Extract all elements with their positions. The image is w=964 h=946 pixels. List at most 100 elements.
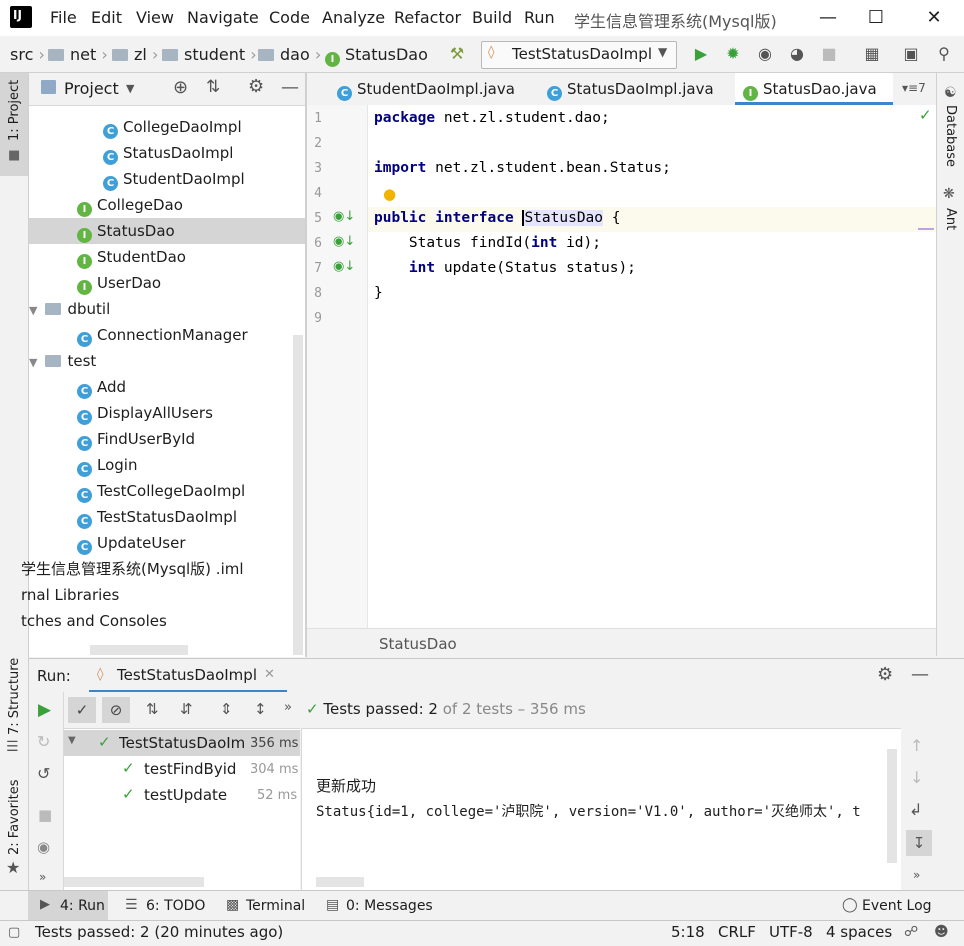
implementations-gutter-icon[interactable]: ◉↓	[333, 259, 355, 274]
lock-icon[interactable]: ☍	[904, 924, 918, 940]
tree-item-external-libraries[interactable]: rnal Libraries	[21, 582, 305, 608]
messages-tool-tab[interactable]: 0: Messages	[346, 898, 433, 914]
tree-item-finduserbyid[interactable]: C FindUserById	[29, 426, 305, 452]
indent-setting[interactable]: 4 spaces	[826, 923, 892, 941]
show-passed-icon[interactable]: ✓	[68, 697, 96, 723]
console-output[interactable]: 更新成功 Status{id=1, college='泸职院', version…	[301, 728, 902, 891]
project-structure-icon[interactable]: ▦	[860, 43, 884, 65]
test-tree-hscrollbar[interactable]	[64, 877, 204, 887]
project-tool-tab[interactable]: 1: Project ■	[0, 73, 28, 176]
up-arrow-icon[interactable]: ↑	[910, 736, 923, 755]
status-message[interactable]: Tests passed: 2 (20 minutes ago)	[35, 923, 283, 941]
expand-chevron-icon[interactable]: ▼	[68, 735, 76, 746]
tree-item-teststatusdaoimpl[interactable]: C TestStatusDaoImpl	[29, 504, 305, 530]
expand-chevron-icon[interactable]: ▼	[29, 304, 37, 317]
collapse-all-icon[interactable]: ↕	[254, 700, 267, 718]
collapse-all-icon[interactable]: ⇅	[206, 77, 220, 97]
inspector-icon[interactable]: ☻	[934, 924, 949, 940]
file-encoding[interactable]: UTF-8	[769, 923, 813, 941]
coverage-icon[interactable]: ◉	[753, 43, 777, 65]
tree-item-statusdao[interactable]: I StatusDao	[29, 218, 305, 244]
tree-item-test[interactable]: ▼ test	[29, 348, 305, 374]
hide-panel-icon[interactable]: —	[911, 664, 929, 685]
project-scrollbar[interactable]	[293, 335, 303, 655]
lightbulb-icon[interactable]: ●	[383, 185, 396, 203]
rerun-failed-icon[interactable]: ↻	[37, 732, 50, 751]
menu-file[interactable]: File	[50, 8, 77, 27]
settings-gear-icon[interactable]: ⚙	[248, 76, 264, 97]
project-view-select[interactable]: Project	[64, 79, 119, 98]
tree-item-testcollegedaoimpl[interactable]: C TestCollegeDaoImpl	[29, 478, 305, 504]
menu-view[interactable]: View	[136, 8, 174, 27]
soft-wrap-icon[interactable]: ↲	[909, 800, 922, 819]
tab-statusdao[interactable]: I StatusDao.java	[735, 73, 893, 105]
tree-item-statusdaoimpl[interactable]: C StatusDaoImpl	[29, 140, 305, 166]
expand-all-icon[interactable]: ⇕	[220, 700, 233, 718]
inspection-ok-icon[interactable]: ✓	[919, 106, 932, 124]
run-config-select[interactable]: ◊ TestStatusDaoImpl ▼	[481, 41, 677, 69]
database-tool-tab[interactable]: Database	[943, 105, 958, 167]
event-log-tool-tab[interactable]: Event Log	[862, 898, 932, 914]
console-hscrollbar[interactable]	[316, 877, 364, 887]
breadcrumb-dao[interactable]: dao ›	[258, 45, 321, 64]
menu-refactor[interactable]: Refactor	[394, 8, 461, 27]
menu-edit[interactable]: Edit	[91, 8, 122, 27]
todo-tool-tab[interactable]: 6: TODO	[146, 898, 205, 914]
more-icon[interactable]: »	[913, 868, 920, 882]
more-icon[interactable]: »	[284, 700, 292, 715]
tree-item-login[interactable]: C Login	[29, 452, 305, 478]
test-row[interactable]: ✓ testFindByid 304 ms	[64, 756, 300, 782]
run-anything-icon[interactable]: ▣	[899, 43, 923, 65]
tree-item-userdao[interactable]: I UserDao	[29, 270, 305, 296]
expand-chevron-icon[interactable]: ▼	[29, 356, 37, 369]
breadcrumb-net[interactable]: net ›	[48, 45, 108, 64]
chevron-down-icon[interactable]: ▼	[126, 82, 134, 95]
more-icon[interactable]: »	[39, 870, 46, 884]
scroll-to-end-icon[interactable]: ↧	[906, 830, 932, 856]
tree-item-scratches[interactable]: tches and Consoles	[21, 608, 305, 634]
menu-code[interactable]: Code	[269, 8, 310, 27]
menu-navigate[interactable]: Navigate	[187, 8, 259, 27]
structure-tool-tab[interactable]: 7: Structure	[7, 658, 22, 735]
show-ignored-icon[interactable]: ⊘	[102, 697, 130, 723]
search-icon[interactable]: ⚲	[932, 43, 956, 65]
hide-panel-icon[interactable]: —	[281, 77, 299, 98]
menu-build[interactable]: Build	[472, 8, 512, 27]
ant-tool-tab[interactable]: Ant	[943, 208, 958, 230]
settings-gear-icon[interactable]: ⚙	[877, 664, 893, 685]
close-icon[interactable]: ✕	[912, 4, 956, 32]
tree-item-studentdao[interactable]: I StudentDao	[29, 244, 305, 270]
tab-overflow-button[interactable]: ▾≡7	[902, 81, 926, 95]
terminal-tool-tab[interactable]: Terminal	[246, 898, 305, 914]
tree-item-studentdaoimpl[interactable]: C StudentDaoImpl	[29, 166, 305, 192]
tree-item-collegedao[interactable]: I CollegeDao	[29, 192, 305, 218]
breadcrumb-zl[interactable]: zl ›	[112, 45, 158, 64]
caret-position[interactable]: 5:18	[671, 923, 705, 941]
breadcrumb-student[interactable]: student ›	[162, 45, 257, 64]
toggle-autotest-icon[interactable]: ↺	[37, 764, 50, 783]
tree-item-iml-file[interactable]: 学生信息管理系统(Mysql版) .iml	[21, 556, 305, 582]
menu-run[interactable]: Run	[524, 8, 555, 27]
maximize-icon[interactable]: ☐	[854, 4, 898, 32]
debug-icon[interactable]: ✹	[721, 43, 745, 65]
implementations-gutter-icon[interactable]: ◉↓	[333, 209, 355, 224]
breadcrumb-statusdao[interactable]: I StatusDao	[325, 45, 428, 67]
implementations-gutter-icon[interactable]: ◉↓	[333, 234, 355, 249]
breadcrumb-src[interactable]: src ›	[10, 45, 45, 64]
code-editor[interactable]	[307, 105, 936, 628]
tab-statusdaoimpl[interactable]: C StatusDaoImpl.java	[539, 73, 737, 105]
error-stripe-mark[interactable]	[918, 228, 934, 230]
run-tab[interactable]: ◊ TestStatusDaoImpl ✕	[89, 659, 287, 693]
tree-item-displayallusers[interactable]: C DisplayAllUsers	[29, 400, 305, 426]
stop-icon[interactable]: ■	[817, 43, 841, 65]
editor-breadcrumb[interactable]: StatusDao	[379, 635, 457, 653]
run-icon[interactable]: ▶	[689, 43, 713, 65]
down-arrow-icon[interactable]: ↓	[910, 768, 923, 787]
project-hscrollbar[interactable]	[90, 645, 188, 655]
sort-alpha-icon[interactable]: ⇅	[146, 700, 159, 718]
rerun-icon[interactable]: ▶	[38, 700, 51, 720]
menu-analyze[interactable]: Analyze	[322, 8, 385, 27]
stop-icon[interactable]: ■	[38, 806, 52, 824]
tree-item-updateuser[interactable]: C UpdateUser	[29, 530, 305, 556]
tree-item-dbutil[interactable]: ▼ dbutil	[29, 296, 305, 322]
